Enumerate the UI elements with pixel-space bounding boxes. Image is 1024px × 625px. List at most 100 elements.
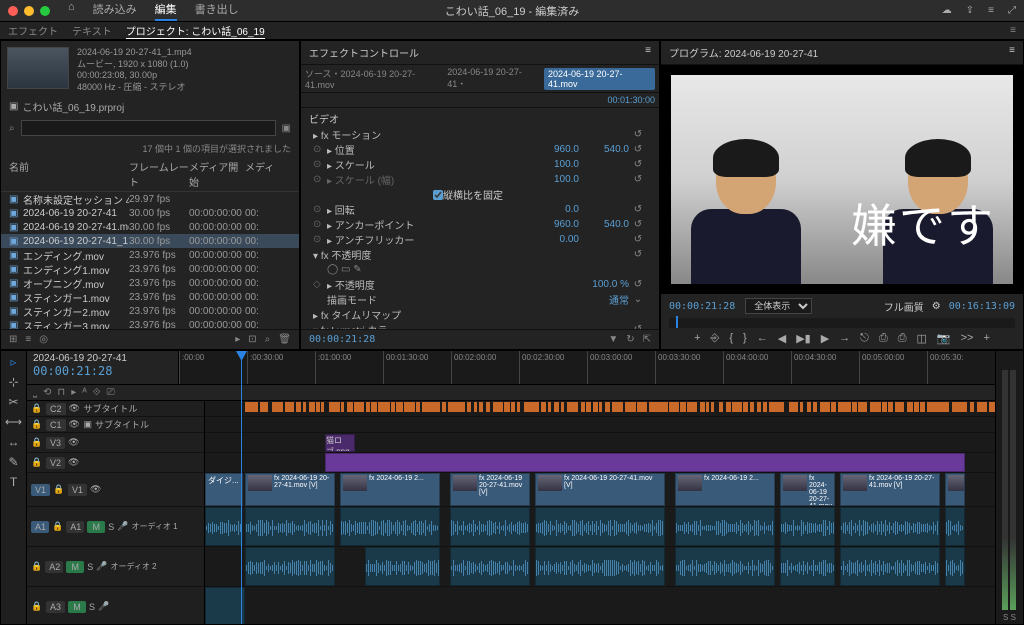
- col-framerate[interactable]: フレームレート: [129, 159, 189, 189]
- tool-6[interactable]: T: [10, 475, 17, 489]
- tl-option-5[interactable]: ⟐: [93, 387, 101, 398]
- lane-a3[interactable]: [205, 587, 995, 624]
- asset-row[interactable]: ▣オープニング.mov23.976 fps00:00:00:0000:: [1, 276, 299, 290]
- effect-property[interactable]: ⊙▸ スケール100.0↺: [301, 157, 659, 172]
- nav-edit[interactable]: 編集: [155, 1, 177, 21]
- video-clip[interactable]: fx 2024-06-19 2...: [945, 473, 965, 506]
- transport-btn-8[interactable]: →: [839, 332, 850, 345]
- audio-clip[interactable]: [245, 507, 335, 546]
- tl-option-2[interactable]: ⊓: [57, 387, 65, 398]
- clip-thumbnail[interactable]: [7, 47, 69, 89]
- home-icon[interactable]: ⌂: [68, 1, 75, 21]
- asset-row[interactable]: ▣エンディング1.mov23.976 fps00:00:00:0000:: [1, 262, 299, 276]
- share-icon[interactable]: ⇪: [966, 5, 974, 16]
- asset-row[interactable]: ▣2024-06-19 20-27-41.mov30.00 fps00:00:0…: [1, 220, 299, 234]
- sequence-timecode[interactable]: 00:00:21:28: [33, 364, 172, 378]
- output-icon[interactable]: ⇱: [643, 334, 651, 345]
- tab-text[interactable]: テキスト: [72, 23, 112, 38]
- find-icon[interactable]: ⌕: [265, 334, 271, 345]
- blend-mode[interactable]: 描画モード通常⌄: [301, 292, 659, 307]
- transport-btn-1[interactable]: ⎆: [711, 332, 720, 345]
- settings-icon[interactable]: ⚙: [932, 301, 941, 312]
- tab-project[interactable]: プロジェクト: こわい話_06_19: [126, 23, 265, 39]
- minimize-window[interactable]: [24, 6, 34, 16]
- asset-row[interactable]: ▣エンディング.mov23.976 fps00:00:00:0000:: [1, 248, 299, 262]
- program-tc-left[interactable]: 00:00:21:28: [669, 301, 735, 312]
- col-media-end[interactable]: メディ: [245, 159, 274, 189]
- tl-option-3[interactable]: ▸: [71, 387, 76, 398]
- audio-clip[interactable]: [450, 507, 530, 546]
- transport-btn-13[interactable]: 📷: [937, 332, 951, 345]
- nav-import[interactable]: 読み込み: [93, 1, 137, 21]
- search-input[interactable]: [21, 120, 276, 136]
- effect-property[interactable]: ⊙▸ 回転0.0↺: [301, 202, 659, 217]
- video-clip[interactable]: fx 2024-06-19 20-27-41.mov [V]: [840, 473, 940, 506]
- transport-btn-15[interactable]: +: [983, 332, 989, 345]
- maximize-window[interactable]: [40, 6, 50, 16]
- lane-v1[interactable]: ダイジ... fx 2024-06-19 20-27-41.mov [V]fx …: [205, 473, 995, 507]
- program-monitor[interactable]: 嫌です: [661, 65, 1023, 294]
- tl-option-4[interactable]: ᴬ: [82, 387, 87, 398]
- tool-1[interactable]: ⊹: [8, 375, 18, 389]
- audio-clip[interactable]: [450, 547, 530, 586]
- cloud-icon[interactable]: ☁: [942, 5, 952, 16]
- opacity-masks[interactable]: ◯ ▭ ✎: [301, 262, 659, 277]
- freeform-view-icon[interactable]: ◎: [39, 334, 48, 345]
- transport-btn-4[interactable]: ←: [757, 332, 768, 345]
- clip-digest[interactable]: ダイジ...: [205, 473, 243, 506]
- asset-row[interactable]: ▣2024-06-19 20-27-41_1.mp430.00 fps00:00…: [1, 234, 299, 248]
- audio-clip[interactable]: [780, 547, 835, 586]
- audio-clip[interactable]: [840, 547, 940, 586]
- audio-clip[interactable]: [675, 507, 775, 546]
- audio-track-a1[interactable]: A1🔒A1MS🎤オーディオ 1: [27, 507, 204, 547]
- audio-track-a2[interactable]: 🔒A2MS🎤オーディオ 2: [27, 547, 204, 587]
- close-window[interactable]: [8, 6, 18, 16]
- transport-btn-11[interactable]: ⎙: [898, 332, 907, 345]
- subtitle-track-c1[interactable]: 🔒C1👁▣サブタイトル: [27, 417, 204, 433]
- program-scrubber[interactable]: [669, 318, 1015, 328]
- new-item-icon[interactable]: ⊡: [248, 334, 256, 345]
- tool-4[interactable]: ↔: [8, 435, 20, 449]
- video-track-v1[interactable]: V1🔒V1👁: [27, 473, 204, 507]
- tool-3[interactable]: ⟷: [5, 415, 22, 429]
- effect-property[interactable]: ⊙▸ アンカーポイント960.0540.0↺: [301, 217, 659, 232]
- tl-option-1[interactable]: ⟲: [43, 387, 51, 398]
- transport-btn-2[interactable]: {: [729, 332, 733, 345]
- reset-icon[interactable]: ↻: [626, 334, 634, 345]
- video-clip[interactable]: fx 2024-06-19 2...: [340, 473, 440, 506]
- asset-row[interactable]: ▣名称未設定セッション 4[AU29.97 fps: [1, 192, 299, 206]
- audio-track-a3[interactable]: 🔒A3MS🎤: [27, 587, 204, 624]
- tool-5[interactable]: ✎: [8, 455, 18, 469]
- track-content[interactable]: 猫ロゴ.png ダイジ... fx 2024-06-19 20-27-41.mo…: [205, 401, 995, 624]
- transport-btn-10[interactable]: ⎙: [879, 332, 888, 345]
- video-track-v2[interactable]: 🔒V2👁: [27, 453, 204, 473]
- video-clip[interactable]: fx 2024-06-19 20-27-41.mov [V]: [780, 473, 835, 506]
- clip-v2-purple[interactable]: [325, 453, 965, 472]
- audio-clip[interactable]: [340, 507, 440, 546]
- nav-export[interactable]: 書き出し: [195, 1, 239, 21]
- source-clip-active[interactable]: 2024-06-19 20-27-41.mov: [544, 68, 655, 90]
- audio-clip[interactable]: [675, 547, 775, 586]
- trash-icon[interactable]: 🗑: [278, 334, 291, 345]
- effect-property[interactable]: ⊙▸ 位置960.0540.0↺: [301, 142, 659, 157]
- filter-icon[interactable]: ▼: [608, 334, 618, 345]
- transport-btn-12[interactable]: ◫: [917, 332, 927, 345]
- col-media-start[interactable]: メディア開始: [189, 159, 245, 189]
- col-name[interactable]: 名前: [9, 159, 129, 189]
- asset-row[interactable]: ▣スティンガー2.mov23.976 fps00:00:00:0000:: [1, 304, 299, 318]
- transport-btn-6[interactable]: ▶▮: [796, 332, 811, 345]
- workspace-menu-icon[interactable]: ≡: [988, 5, 994, 16]
- search-icon[interactable]: ⌕: [9, 123, 15, 134]
- clip-a3[interactable]: [205, 587, 245, 624]
- playhead-line[interactable]: [241, 351, 242, 624]
- audio-clip[interactable]: [535, 507, 665, 546]
- transport-btn-14[interactable]: >>: [961, 332, 974, 345]
- asset-row[interactable]: ▣スティンガー3.mov23.976 fps00:00:00:0000:: [1, 318, 299, 329]
- audio-clip[interactable]: [840, 507, 940, 546]
- audio-clip[interactable]: [365, 547, 440, 586]
- subtitle-track-c2[interactable]: 🔒C2👁サブタイトル: [27, 401, 204, 417]
- filter-icon[interactable]: ▣: [282, 123, 291, 134]
- tl-option-0[interactable]: ⎵: [33, 387, 37, 398]
- clip-logo[interactable]: 猫ロゴ.png: [325, 434, 355, 452]
- transport-btn-5[interactable]: ◀: [778, 332, 786, 345]
